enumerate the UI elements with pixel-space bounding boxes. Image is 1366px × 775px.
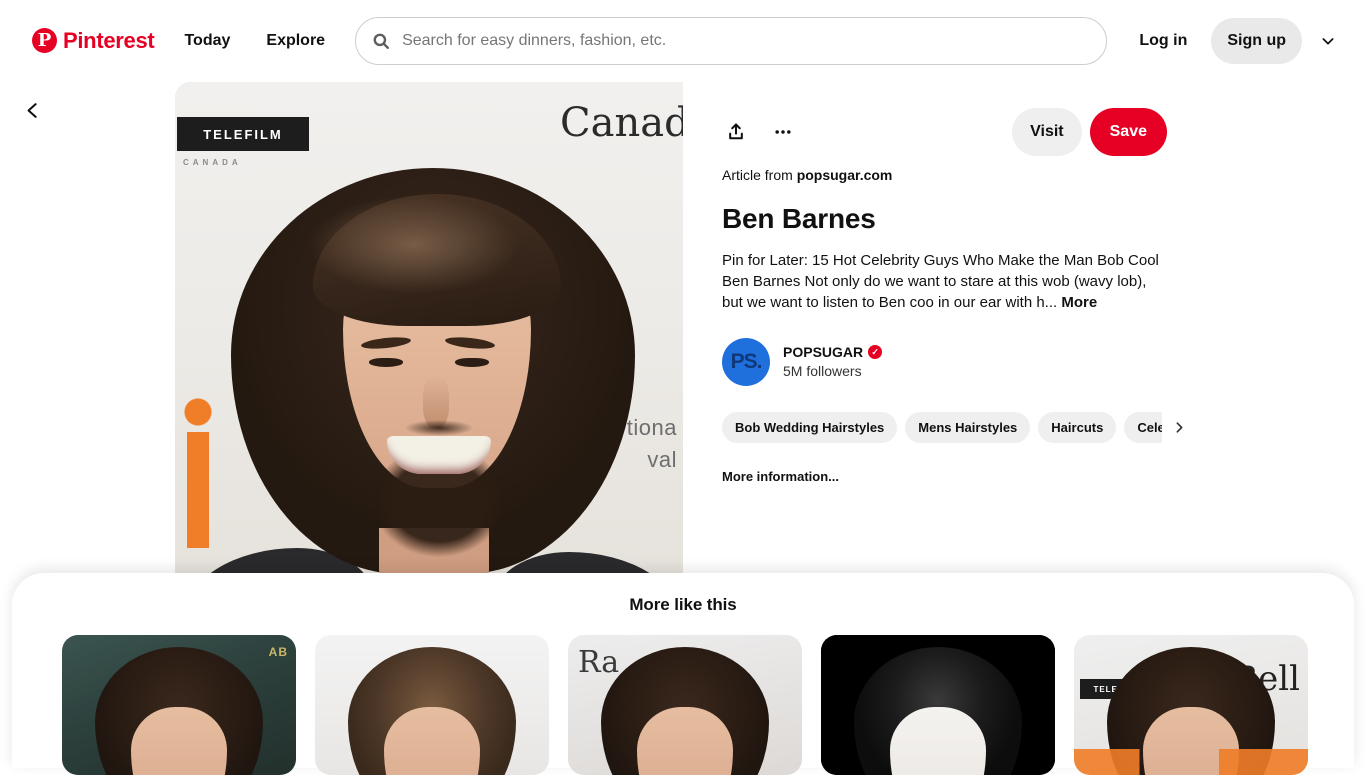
search-icon [372, 32, 390, 50]
signup-button[interactable]: Sign up [1211, 17, 1302, 64]
pin-source-prefix: Article from [722, 167, 797, 183]
portrait-eye-left [369, 358, 403, 367]
chevron-down-icon [1322, 37, 1334, 45]
related-pin-card[interactable]: Bell TELEFILM [1074, 635, 1308, 775]
pin-title: Ben Barnes [722, 203, 876, 235]
pin-closeup: TELEFILM CANADA Canada tiona val [175, 82, 1191, 574]
tag-chip[interactable]: Bob Wedding Hairstyles [722, 411, 898, 443]
backdrop-telefilm-logo: TELEFILM [177, 117, 309, 151]
description-more-link[interactable]: More [1061, 294, 1097, 311]
backdrop-telefilm-sublabel: CANADA [183, 158, 242, 167]
portrait-smile [387, 436, 491, 474]
pinterest-logo-text: Pinterest [63, 27, 155, 53]
chevron-left-icon [27, 102, 37, 118]
pin-source[interactable]: Article from popsugar.com [722, 166, 1167, 184]
nav-item-today[interactable]: Today [168, 20, 246, 62]
portrait-subject [183, 168, 683, 574]
creator-followers: 5M followers [783, 362, 862, 379]
pinterest-logo-link[interactable]: P Pinterest [24, 22, 162, 60]
creator-meta: POPSUGAR ✓ 5M followers [783, 343, 883, 381]
more-like-this-grid: AB Ra Bell TELEFILM [62, 635, 1308, 775]
search-input[interactable] [400, 17, 1091, 64]
top-navigation-bar: P Pinterest Today Explore Log in Sign up [0, 0, 1366, 81]
nav-item-explore[interactable]: Explore [250, 20, 341, 62]
related-card-sponsor-band [1074, 749, 1308, 775]
related-card-backdrop-letter: Ra [578, 645, 620, 680]
back-button[interactable] [14, 92, 50, 128]
related-pin-card[interactable]: Ra [568, 635, 802, 775]
creator-avatar: PS. [722, 337, 770, 386]
pin-tags: Bob Wedding Hairstyles Mens Hairstyles H… [722, 411, 1190, 443]
chevron-right-icon [1176, 422, 1182, 433]
more-like-this-title: More like this [629, 595, 737, 614]
backdrop-canada-wordmark: Canada [560, 100, 683, 146]
related-card-backdrop-text: AB [268, 645, 288, 659]
pin-source-domain: popsugar.com [796, 167, 893, 183]
tags-next-button[interactable] [1168, 416, 1190, 439]
portrait-eye-right [455, 358, 489, 367]
pin-creator[interactable]: PS. POPSUGAR ✓ 5M followers [722, 337, 883, 386]
tag-chip[interactable]: Mens Hairstyles [905, 411, 1031, 443]
pinterest-p-icon: P [32, 28, 57, 53]
more-information-link[interactable]: More information... [722, 469, 1167, 484]
more-options-button[interactable] [763, 112, 803, 152]
pin-details-panel: Visit Save Article from popsugar.com Ben… [683, 82, 1191, 574]
tag-chip[interactable]: Celebrity Long Hair [1124, 411, 1162, 443]
backdrop-festival-line-2: val [647, 446, 677, 472]
tags-scroller: Bob Wedding Hairstyles Mens Hairstyles H… [722, 411, 1162, 443]
related-pin-card[interactable]: AB [62, 635, 296, 775]
pin-action-bar: Visit Save [722, 108, 1167, 156]
share-button[interactable] [716, 112, 756, 152]
more-like-this-sheet: More like this AB Ra Bell TELEFILM [12, 573, 1354, 775]
backdrop-festival-text: tiona val [627, 412, 677, 476]
login-button[interactable]: Log in [1123, 20, 1203, 62]
tag-chip[interactable]: Haircuts [1038, 411, 1117, 443]
search-bar[interactable] [355, 16, 1108, 65]
creator-name-row: POPSUGAR ✓ [783, 343, 883, 362]
save-button[interactable]: Save [1089, 108, 1167, 156]
portrait-hair-highlight [273, 180, 593, 360]
portrait-mustache [393, 418, 485, 438]
more-options-icon [775, 130, 791, 134]
related-pin-card[interactable] [821, 635, 1055, 775]
verified-check-icon: ✓ [868, 345, 883, 360]
share-icon [729, 123, 743, 140]
backdrop-orange-mark [179, 398, 217, 548]
account-menu-button[interactable] [1310, 23, 1346, 59]
pin-description: Pin for Later: 15 Hot Celebrity Guys Who… [722, 250, 1167, 314]
related-pin-card[interactable] [315, 635, 549, 775]
pin-main-image[interactable]: TELEFILM CANADA Canada tiona val [175, 82, 683, 574]
creator-name: POPSUGAR [783, 343, 864, 360]
visit-button[interactable]: Visit [1012, 108, 1082, 156]
backdrop-festival-line-1: tiona [626, 415, 677, 440]
